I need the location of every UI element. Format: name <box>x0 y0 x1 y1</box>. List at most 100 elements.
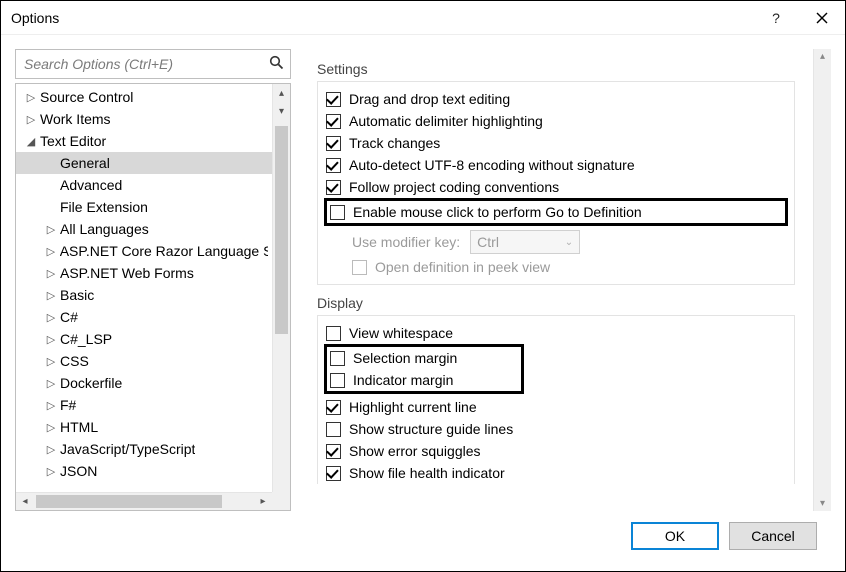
scroll-thumb[interactable] <box>275 126 288 334</box>
tree-item-label: CSS <box>60 353 89 369</box>
window-title: Options <box>11 10 753 26</box>
chevron-right-icon[interactable]: ▷ <box>44 289 58 302</box>
tree-item[interactable]: ▷JSON <box>16 460 272 482</box>
checkbox[interactable] <box>330 351 345 366</box>
tree-item[interactable]: ▷C#_LSP <box>16 328 272 350</box>
peek-row: Open definition in peek view <box>324 256 788 278</box>
display-group: View whitespace Selection margin Indicator… <box>317 315 795 484</box>
checkbox-label: Drag and drop text editing <box>349 91 510 107</box>
tree-item[interactable]: ▷Basic <box>16 284 272 306</box>
checkbox-label: View whitespace <box>349 325 453 341</box>
tree-item[interactable]: General <box>16 152 272 174</box>
checkbox[interactable] <box>326 180 341 195</box>
tree-item[interactable]: ◢Text Editor <box>16 130 272 152</box>
checkbox-row: Show file health indicator <box>324 462 788 484</box>
modifier-key-label: Use modifier key: <box>352 234 460 250</box>
display-group-title: Display <box>317 295 795 311</box>
chevron-right-icon[interactable]: ▷ <box>44 465 58 478</box>
cancel-button[interactable]: Cancel <box>729 522 817 550</box>
tree-item-label: Source Control <box>40 89 133 105</box>
chevron-right-icon[interactable]: ▷ <box>44 223 58 236</box>
tree-item[interactable]: ▷JavaScript/TypeScript <box>16 438 272 460</box>
checkbox[interactable] <box>330 205 345 220</box>
tree-item[interactable]: Advanced <box>16 174 272 196</box>
chevron-right-icon[interactable]: ▷ <box>44 245 58 258</box>
panel-vertical-scrollbar[interactable]: ▴ ▾ <box>813 49 831 511</box>
options-dialog: Options ? <box>0 0 846 572</box>
scroll-left-icon[interactable]: ◂ <box>16 493 34 510</box>
checkbox[interactable] <box>326 400 341 415</box>
tree-item-label: ASP.NET Web Forms <box>60 265 194 281</box>
checkbox <box>352 260 367 275</box>
checkbox-row: Indicator margin <box>330 369 518 391</box>
scroll-corner <box>272 492 290 510</box>
checkbox-row: Follow project coding conventions <box>324 176 788 198</box>
checkbox[interactable] <box>326 444 341 459</box>
chevron-right-icon[interactable]: ▷ <box>24 113 38 126</box>
tree-item[interactable]: ▷ASP.NET Core Razor Language S <box>16 240 272 262</box>
chevron-right-icon[interactable]: ▷ <box>44 421 58 434</box>
tree-item[interactable]: ▷Work Items <box>16 108 272 130</box>
tree-item[interactable]: ▷Source Control <box>16 86 272 108</box>
tree-item[interactable]: ▷ASP.NET Web Forms <box>16 262 272 284</box>
checkbox-label: Show structure guide lines <box>349 421 513 437</box>
chevron-right-icon[interactable]: ▷ <box>44 333 58 346</box>
scroll-right-icon[interactable]: ▸ <box>254 493 272 510</box>
tree-item-label: General <box>60 155 110 171</box>
tree-item-label: F# <box>60 397 76 413</box>
search-input[interactable] <box>22 55 269 73</box>
checkbox[interactable] <box>326 466 341 481</box>
chevron-right-icon[interactable]: ▷ <box>44 377 58 390</box>
checkbox-label: Indicator margin <box>353 372 453 388</box>
close-icon <box>816 12 828 24</box>
tree-item-label: File Extension <box>60 199 148 215</box>
dialog-footer: OK Cancel <box>15 511 831 561</box>
tree-item-label: Text Editor <box>40 133 106 149</box>
chevron-right-icon[interactable]: ▷ <box>44 267 58 280</box>
chevron-right-icon[interactable]: ▷ <box>44 355 58 368</box>
checkbox-label: Highlight current line <box>349 399 477 415</box>
chevron-right-icon[interactable]: ▷ <box>44 311 58 324</box>
settings-group-title: Settings <box>317 61 795 77</box>
scroll-up-icon[interactable]: ▴ <box>820 51 825 62</box>
checkbox-row: Drag and drop text editing <box>324 88 788 110</box>
checkbox-label: Selection margin <box>353 350 457 366</box>
checkbox-label: Show file health indicator <box>349 465 505 481</box>
chevron-right-icon[interactable]: ▷ <box>44 443 58 456</box>
tree-item[interactable]: ▷Dockerfile <box>16 372 272 394</box>
checkbox[interactable] <box>326 92 341 107</box>
checkbox-label: Auto-detect UTF-8 encoding without signa… <box>349 157 635 173</box>
hscroll-thumb[interactable] <box>36 495 222 508</box>
tree-item[interactable]: File Extension <box>16 196 272 218</box>
tree-item[interactable]: ▷CSS <box>16 350 272 372</box>
help-button[interactable]: ? <box>753 1 799 35</box>
search-box[interactable] <box>15 49 291 79</box>
chevron-down-icon[interactable]: ◢ <box>24 135 38 148</box>
chevron-right-icon[interactable]: ▷ <box>44 399 58 412</box>
ok-button[interactable]: OK <box>631 522 719 550</box>
checkbox[interactable] <box>326 326 341 341</box>
checkbox[interactable] <box>326 114 341 129</box>
tree-vertical-scrollbar[interactable]: ▴ ▾ <box>272 84 290 492</box>
checkbox-label: Automatic delimiter highlighting <box>349 113 543 129</box>
checkbox-label: Show error squiggles <box>349 443 481 459</box>
checkbox[interactable] <box>326 422 341 437</box>
checkbox-row: Selection margin <box>330 347 518 369</box>
checkbox-label: Enable mouse click to perform Go to Defi… <box>353 204 642 220</box>
tree-item-label: Work Items <box>40 111 111 127</box>
checkbox[interactable] <box>326 158 341 173</box>
checkbox[interactable] <box>326 136 341 151</box>
scroll-down-icon[interactable]: ▾ <box>820 498 825 509</box>
tree-item-label: ASP.NET Core Razor Language S <box>60 243 268 259</box>
tree-item[interactable]: ▷HTML <box>16 416 272 438</box>
tree-horizontal-scrollbar[interactable]: ◂ ▸ <box>16 492 272 510</box>
tree-item[interactable]: ▷All Languages <box>16 218 272 240</box>
tree-item[interactable]: ▷C# <box>16 306 272 328</box>
chevron-right-icon[interactable]: ▷ <box>24 91 38 104</box>
close-button[interactable] <box>799 1 845 35</box>
modifier-key-value: Ctrl <box>477 234 565 250</box>
scroll-up-icon[interactable]: ▴ <box>273 84 290 102</box>
tree-item-label: HTML <box>60 419 98 435</box>
tree-item[interactable]: ▷F# <box>16 394 272 416</box>
checkbox[interactable] <box>330 373 345 388</box>
